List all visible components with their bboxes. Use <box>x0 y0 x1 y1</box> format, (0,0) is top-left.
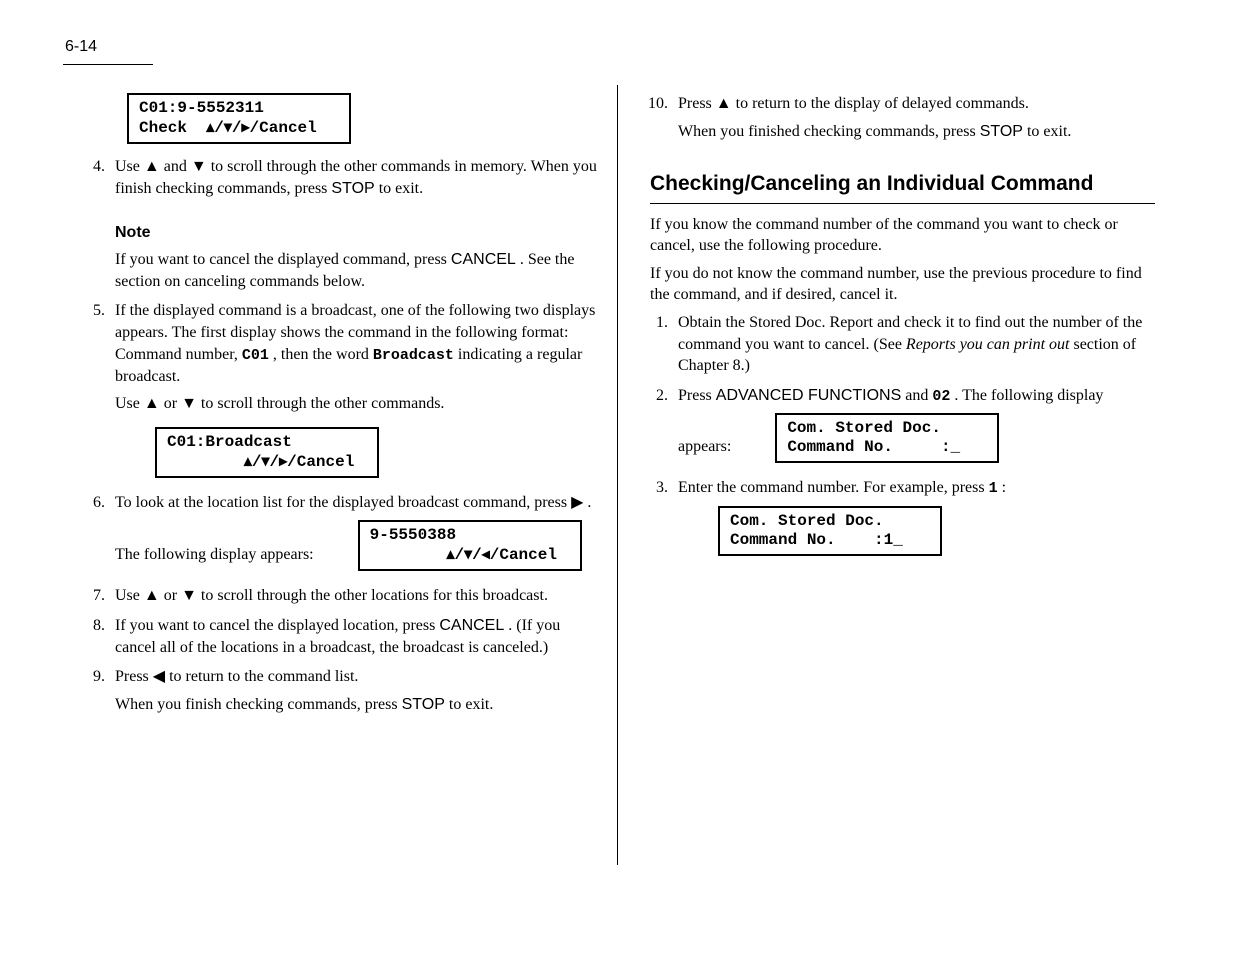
lcd1-line2-prefix: Check <box>139 119 206 137</box>
lcd2-pad <box>167 453 244 471</box>
right-steps-top: Press to return to the display of delaye… <box>650 93 1155 142</box>
right-arrow-icon <box>571 492 583 514</box>
right-arrow-icon <box>242 118 250 137</box>
lcd5-line2: Command No. :1_ <box>730 531 903 549</box>
step4-text-d: to exit. <box>379 180 423 197</box>
step6-text-a: To look at the location list for the dis… <box>115 494 571 511</box>
step-8: If you want to cancel the displayed loca… <box>109 615 597 658</box>
section-title-rule <box>650 203 1155 204</box>
step10a-text-a: Press <box>678 95 716 112</box>
lcd-display-5: Com. Stored Doc. Command No. :1_ <box>718 506 942 556</box>
left-steps: Use and to scroll through the other comm… <box>87 156 597 715</box>
left-arrow-icon <box>482 545 490 564</box>
stop-key: STOP <box>331 180 374 197</box>
step4-text-a: Use <box>115 158 144 175</box>
step9b: When you finish checking commands, press… <box>115 694 597 716</box>
lcd3-line2-suffix: /Cancel <box>490 546 557 564</box>
step9a-text-b: to return to the command list. <box>169 668 358 685</box>
lcd-display-2: C01:Broadcast ///Cancel <box>155 427 379 478</box>
step7-text-b: or <box>164 587 181 604</box>
digit-1: 1 <box>989 480 998 497</box>
lcd1-line1: C01:9-5552311 <box>139 99 264 117</box>
page-root: 6-14 C01:9-5552311 Check ///Cancel Use a… <box>0 0 1235 954</box>
broadcast-word: Broadcast <box>373 347 454 364</box>
step9b-text-a: When you finish checking commands, press <box>115 696 402 713</box>
step10b-text-a: When you finished checking commands, pre… <box>678 123 980 140</box>
down-arrow-icon <box>464 545 472 564</box>
step4-text-b: and <box>164 158 191 175</box>
up-arrow-icon <box>206 118 214 137</box>
lcd3-pad <box>370 546 447 564</box>
r2-a: Press <box>678 387 716 404</box>
down-arrow-icon <box>261 452 269 471</box>
page-number-underline <box>63 64 153 65</box>
up-arrow-icon <box>144 585 160 607</box>
right-column: Press to return to the display of delaye… <box>650 87 1155 570</box>
left-column: C01:9-5552311 Check ///Cancel Use and to… <box>87 87 597 723</box>
column-divider <box>617 85 618 865</box>
down-arrow-icon <box>181 585 197 607</box>
note-body-a: If you want to cancel the displayed comm… <box>115 251 451 268</box>
lcd3-line1: 9-5550388 <box>370 526 456 544</box>
stop-key: STOP <box>980 123 1023 140</box>
step7-text-a: Use <box>115 587 144 604</box>
step5-text-b: , then the word <box>273 346 373 363</box>
step10b: When you finished checking commands, pre… <box>678 121 1155 143</box>
page-number-link[interactable]: 6-14 <box>65 38 97 56</box>
r3-a: Enter the command number. For example, p… <box>678 479 989 496</box>
cancel-key: CANCEL <box>451 251 516 268</box>
step-r1: Obtain the Stored Doc. Report and check … <box>672 312 1155 377</box>
step-9: Press to return to the command list. Whe… <box>109 666 597 715</box>
up-arrow-icon <box>244 452 252 471</box>
advanced-functions-key: ADVANCED FUNCTIONS <box>716 387 902 404</box>
step8-text-a: If you want to cancel the displayed loca… <box>115 617 439 634</box>
intro-para-1: If you know the command number of the co… <box>650 214 1155 257</box>
step9b-text-b: to exit. <box>449 696 493 713</box>
lcd4-line1: Com. Stored Doc. <box>787 419 941 437</box>
right-steps-bottom: Obtain the Stored Doc. Report and check … <box>650 312 1155 562</box>
section-title: Checking/Canceling an Individual Command <box>650 170 1155 198</box>
step-7: Use or to scroll through the other locat… <box>109 585 597 607</box>
intro-para-2: If you do not know the command number, u… <box>650 263 1155 306</box>
lcd-display-4: Com. Stored Doc. Command No. :_ <box>775 413 999 463</box>
stop-key: STOP <box>402 696 445 713</box>
up-arrow-icon <box>144 393 160 415</box>
step5-extra: Use or to scroll through the other comma… <box>115 393 597 415</box>
note-body: If you want to cancel the displayed comm… <box>115 249 597 292</box>
step-r2: Press ADVANCED FUNCTIONS and 02 . The fo… <box>672 385 1155 470</box>
key-02: 02 <box>932 388 950 405</box>
step9a-text-a: Press <box>115 668 153 685</box>
lcd2-line1: C01:Broadcast <box>167 433 292 451</box>
lcd-display-1: C01:9-5552311 Check ///Cancel <box>127 93 351 144</box>
lcd-display-3: 9-5550388 ///Cancel <box>358 520 582 571</box>
step10b-text-b: to exit. <box>1027 123 1071 140</box>
note-label: Note <box>115 222 597 244</box>
lcd5-line1: Com. Stored Doc. <box>730 512 884 530</box>
down-arrow-icon <box>191 156 207 178</box>
step-10: Press to return to the display of delaye… <box>672 93 1155 142</box>
step-5: If the displayed command is a broadcast,… <box>109 300 597 484</box>
lcd4-line2: Command No. :_ <box>787 438 960 456</box>
r1-link[interactable]: Reports you can print out <box>906 336 1070 353</box>
down-arrow-icon <box>224 118 232 137</box>
step-4: Use and to scroll through the other comm… <box>109 156 597 292</box>
lcd2-line2-suffix: /Cancel <box>287 453 354 471</box>
step10a-text-b: to return to the display of delayed comm… <box>736 95 1029 112</box>
lcd1-line2-suffix: /Cancel <box>250 119 317 137</box>
r3-b: : <box>1002 479 1006 496</box>
step-6: To look at the location list for the dis… <box>109 492 597 577</box>
up-arrow-icon <box>446 545 454 564</box>
up-arrow-icon <box>716 93 732 115</box>
r2-b: and <box>905 387 932 404</box>
step-r3: Enter the command number. For example, p… <box>672 477 1155 562</box>
up-arrow-icon <box>144 156 160 178</box>
cancel-key: CANCEL <box>439 617 504 634</box>
step7-text-c: to scroll through the other locations fo… <box>201 587 548 604</box>
down-arrow-icon <box>181 393 197 415</box>
right-arrow-icon <box>279 452 287 471</box>
left-arrow-icon <box>153 666 165 688</box>
